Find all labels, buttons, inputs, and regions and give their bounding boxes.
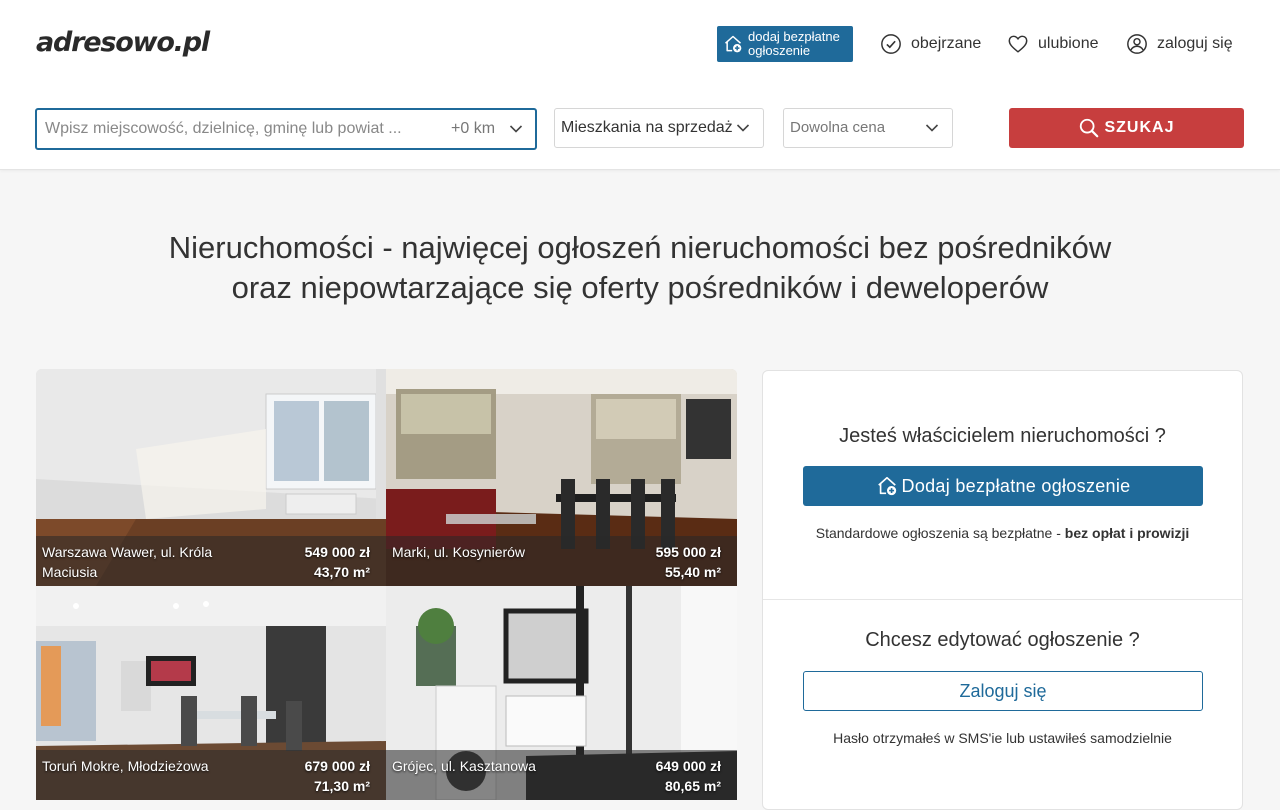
login-note: Hasło otrzymałeś w SMS'ie lub ustawiłeś … [833,730,1172,746]
user-circle-icon [1127,34,1147,54]
free-listing-note-bold: bez opłat i prowizji [1064,525,1190,541]
listing-area: 80,65 m² [664,778,721,794]
login-button[interactable]: Zaloguj się [803,671,1203,711]
house-plus-icon [877,476,896,496]
listing-price: 549 000 zł [304,544,370,560]
owner-panel: Jesteś właścicielem nieruchomości ? Doda… [762,370,1243,810]
header: adresowo.pl dodaj bezpłatne ogłoszenie o… [0,0,1280,170]
chevron-down-icon[interactable] [509,124,523,134]
panel-divider [763,599,1242,600]
nav-viewed-label: obejrzane [911,35,982,52]
free-listing-note-text: Standardowe ogłoszenia są bezpłatne - [815,525,1065,541]
listing-card[interactable]: Marki, ul. Kosynierów 595 000 zł 55,40 m… [386,369,737,586]
owner-panel-title: Jesteś właścicielem nieruchomości ? [839,425,1166,447]
add-listing-button[interactable]: dodaj bezpłatne ogłoszenie [717,26,853,62]
chevron-down-icon [736,124,750,132]
location-search-input[interactable] [45,118,435,140]
listing-card[interactable]: Toruń Mokre, Młodzieżowa 679 000 zł 71,3… [36,586,386,800]
listing-card[interactable]: Warszawa Wawer, ul. Króla Maciusia 549 0… [36,369,386,586]
house-plus-icon [725,35,742,53]
category-value: Mieszkania na sprzedaż [561,119,733,136]
listing-caption: Grójec, ul. Kasztanowa 649 000 zł 80,65 … [386,750,737,800]
heart-icon [1008,35,1028,53]
search-button[interactable]: SZUKAJ [1009,108,1244,148]
listing-location: Marki, ul. Kosynierów [392,544,526,560]
page-headline: Nieruchomości - najwięcej ogłoszeń nieru… [0,228,1280,308]
location-search-box[interactable]: +0 km [35,108,537,150]
nav-favorites-label: ulubione [1038,35,1099,52]
listing-caption: Toruń Mokre, Młodzieżowa 679 000 zł 71,3… [36,750,386,800]
listing-area: 71,30 m² [313,778,370,794]
listing-price: 679 000 zł [304,758,370,774]
edit-listing-title: Chcesz edytować ogłoszenie ? [865,629,1140,651]
price-select[interactable]: Dowolna cena [783,108,953,148]
logo[interactable]: adresowo.pl [36,27,210,58]
headline-line-2: oraz niepowtarzające się oferty pośredni… [231,270,1049,305]
nav-login[interactable]: zaloguj się [1126,32,1233,56]
featured-listings: Warszawa Wawer, ul. Króla Maciusia 549 0… [36,369,737,800]
nav-favorites[interactable]: ulubione [1007,32,1099,56]
listing-price: 649 000 zł [655,758,721,774]
chevron-down-icon [925,124,939,132]
listing-area: 43,70 m² [313,564,370,580]
listing-location: Warszawa Wawer, ul. Króla Maciusia [42,544,213,580]
add-free-listing-button[interactable]: Dodaj bezpłatne ogłoszenie [803,466,1203,506]
listing-location: Toruń Mokre, Młodzieżowa [42,758,209,774]
listing-caption: Warszawa Wawer, ul. Króla Maciusia 549 0… [36,536,386,586]
radius-value[interactable]: +0 km [451,120,495,138]
free-listing-note: Standardowe ogłoszenia są bezpłatne - be… [763,525,1242,541]
search-button-label: SZUKAJ [1104,119,1175,136]
listing-price: 595 000 zł [655,544,721,560]
search-icon [1080,118,1099,138]
category-select[interactable]: Mieszkania na sprzedaż [554,108,764,148]
price-value: Dowolna cena [790,119,886,136]
nav-login-label: zaloguj się [1157,35,1233,52]
headline-line-1: Nieruchomości - najwięcej ogłoszeń nieru… [168,230,1112,265]
listing-area: 55,40 m² [664,564,721,580]
nav-viewed[interactable]: obejrzane [880,32,981,56]
listing-caption: Marki, ul. Kosynierów 595 000 zł 55,40 m… [386,536,737,586]
add-free-listing-label: Dodaj bezpłatne ogłoszenie [901,475,1131,496]
listing-card[interactable]: Grójec, ul. Kasztanowa 649 000 zł 80,65 … [386,586,737,800]
add-listing-label: dodaj bezpłatne ogłoszenie [748,29,840,58]
listing-location: Grójec, ul. Kasztanowa [392,758,536,774]
check-circle-icon [881,34,901,54]
login-button-label: Zaloguj się [959,680,1047,701]
